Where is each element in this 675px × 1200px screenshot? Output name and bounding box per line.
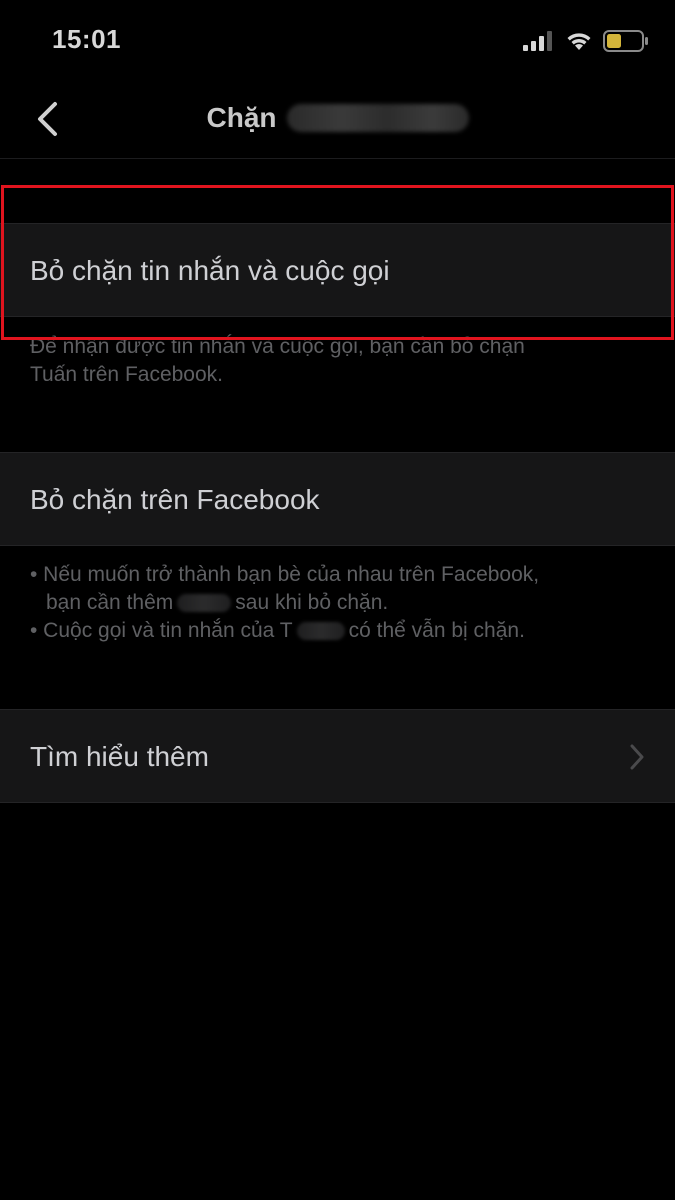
page-title-text: Chặn: [206, 102, 277, 133]
redacted-name-inline-2: [296, 622, 345, 641]
bullet-1-line-1: • Nếu muốn trở thành bạn bè của nhau trê…: [30, 563, 540, 586]
page-title: Chặn: [0, 102, 675, 134]
unblock-facebook-row[interactable]: Bỏ chặn trên Facebook: [0, 452, 675, 546]
description-line-1: Để nhận được tin nhắn và cuộc gọi, bạn c…: [30, 335, 525, 358]
redacted-contact-name: [286, 104, 469, 132]
learn-more-label: Tìm hiểu thêm: [30, 741, 209, 772]
status-icons: [523, 30, 649, 52]
bullet-1-line-2-start: bạn cần thêm: [46, 591, 174, 614]
signal-icon: [523, 31, 552, 51]
description-line-2: Tuấn trên Facebook.: [30, 363, 223, 386]
unblock-facebook-label: Bỏ chặn trên Facebook: [30, 484, 320, 515]
redacted-name-inline: [177, 594, 232, 613]
bullet-1-line-2: bạn cần thêm sau khi bỏ chặn.: [30, 589, 630, 617]
bullet-2-start: • Cuộc gọi và tin nhắn của T: [30, 619, 293, 642]
unblock-messages-description: Để nhận được tin nhắn và cuộc gọi, bạn c…: [30, 333, 630, 389]
learn-more-row[interactable]: Tìm hiểu thêm: [0, 709, 675, 803]
bullet-2: • Cuộc gọi và tin nhắn của T có thể vẫn b…: [30, 617, 630, 645]
bullet-2-end: có thể vẫn bị chặn.: [348, 619, 525, 642]
status-bar: 15:01: [0, 0, 675, 84]
unblock-messages-calls-row[interactable]: Bỏ chặn tin nhắn và cuộc gọi: [0, 223, 675, 317]
unblock-messages-calls-label: Bỏ chặn tin nhắn và cuộc gọi: [30, 255, 390, 286]
chevron-right-icon: [630, 744, 644, 770]
unblock-facebook-description: • Nếu muốn trở thành bạn bè của nhau trê…: [30, 561, 630, 645]
status-time: 15:01: [52, 24, 121, 54]
battery-icon: [603, 30, 648, 52]
wifi-icon: [567, 33, 591, 50]
bullet-1-line-2-end: sau khi bỏ chặn.: [235, 591, 389, 614]
nav-header: Chặn: [0, 84, 675, 159]
